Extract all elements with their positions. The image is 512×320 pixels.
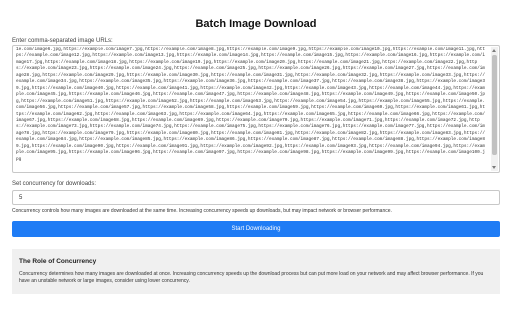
page-title: Batch Image Download: [195, 18, 317, 30]
scroll-up-arrow-icon[interactable]: [492, 49, 496, 52]
concurrency-label: Set concurrency for downloads:: [12, 181, 97, 187]
scroll-down-arrow-icon[interactable]: [492, 166, 496, 169]
urls-textarea[interactable]: 1e.com/image6.jpg,https://example.com/im…: [12, 45, 500, 173]
textarea-scrollbar[interactable]: [491, 47, 498, 171]
concurrency-input[interactable]: 5: [12, 190, 500, 205]
start-downloading-button[interactable]: Start Downloading: [12, 221, 500, 237]
batch-download-page: Batch Image Download Enter comma-separat…: [0, 0, 512, 320]
urls-label: Enter comma-separated image URLs:: [12, 38, 113, 44]
concurrency-info-box: The Role of Concurrency Concurrency dete…: [12, 249, 500, 294]
info-text: Concurrency determines how many images a…: [19, 271, 484, 284]
scrollbar-thumb[interactable]: [492, 55, 497, 155]
urls-textarea-content[interactable]: 1e.com/image6.jpg,https://example.com/im…: [16, 47, 487, 170]
concurrency-help-text: Concurrency controls how many images are…: [12, 208, 392, 214]
info-title: The Role of Concurrency: [19, 258, 97, 265]
